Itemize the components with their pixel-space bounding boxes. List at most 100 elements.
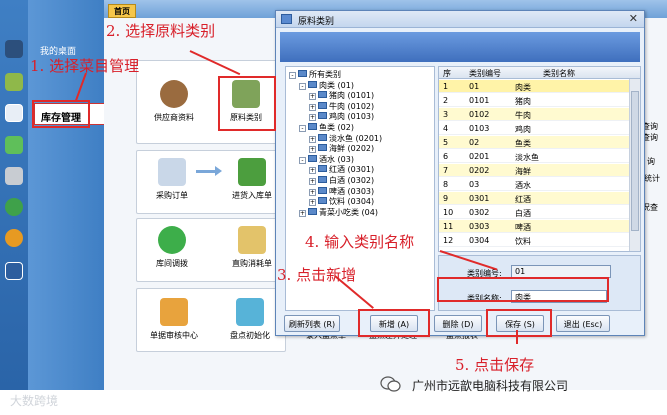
grid-header-name[interactable]: 类别名称 bbox=[543, 68, 575, 79]
close-icon[interactable]: ✕ bbox=[629, 12, 638, 25]
monitor-icon[interactable] bbox=[5, 40, 23, 58]
tree-node[interactable]: + 白酒 (0302) bbox=[309, 176, 374, 186]
table-row[interactable]: 12 0304 饮料 bbox=[439, 234, 630, 247]
folder-icon bbox=[318, 186, 327, 194]
exit-button[interactable]: 退出 (Esc) bbox=[556, 315, 610, 332]
category-grid[interactable]: 序 类别编号 类别名称 1 01 肉类 2 0101 猪肉 3 0102 牛肉 4 0103 鸡肉 5 0… bbox=[438, 66, 641, 252]
tree-node[interactable]: + 牛肉 (0102) bbox=[309, 101, 375, 112]
collapse-icon[interactable]: - bbox=[289, 72, 296, 79]
row-name: 肉类 bbox=[515, 83, 531, 92]
row-index: 9 bbox=[443, 194, 449, 203]
chart-pie-icon[interactable] bbox=[5, 229, 23, 247]
refresh-list-button[interactable]: 刷新列表 (R) bbox=[284, 315, 340, 332]
tree-node[interactable]: + 啤酒 (0303) bbox=[309, 186, 374, 197]
table-row[interactable]: 7 0202 海鲜 bbox=[439, 164, 630, 177]
tree-node[interactable]: + 红酒 (0301) bbox=[309, 165, 374, 175]
row-index: 2 bbox=[443, 96, 449, 105]
folder-icon bbox=[318, 91, 327, 99]
tree-node[interactable]: + 青菜小吃类 (04) bbox=[299, 207, 378, 218]
tree-node-label: 牛肉 (0102) bbox=[329, 101, 375, 111]
tile-supplier[interactable]: 供应商资料 bbox=[144, 80, 204, 123]
dollar-icon[interactable] bbox=[5, 198, 23, 216]
table-row[interactable]: 6 0201 淡水鱼 bbox=[439, 150, 630, 163]
tree-node[interactable]: + 淡水鱼 (0201) bbox=[309, 133, 382, 144]
row-index: 3 bbox=[443, 110, 449, 119]
tree-node-label: 海鲜 (0202) bbox=[329, 144, 375, 154]
tile-purchase-order-label: 采购订单 bbox=[156, 191, 188, 200]
expand-icon[interactable]: + bbox=[309, 178, 316, 185]
highlight-material-category bbox=[218, 76, 276, 131]
expand-icon[interactable]: + bbox=[299, 209, 306, 217]
tree-node[interactable]: - 所有类别 bbox=[289, 70, 341, 80]
tree-node-label: 酒水 (03) bbox=[319, 154, 354, 164]
person-icon bbox=[160, 80, 188, 108]
database-icon[interactable] bbox=[5, 73, 23, 91]
tree-node[interactable]: + 海鲜 (0202) bbox=[309, 144, 374, 154]
table-row[interactable]: 9 0301 红酒 bbox=[439, 192, 630, 205]
row-index: 4 bbox=[443, 124, 449, 133]
annotation-step1: 1. 选择菜目管理 bbox=[30, 57, 140, 75]
printer-icon[interactable] bbox=[5, 167, 23, 185]
table-row[interactable]: 2 0101 猪肉 bbox=[439, 94, 630, 107]
expand-icon[interactable]: + bbox=[309, 103, 316, 111]
delete-button[interactable]: 删除 (D) bbox=[434, 315, 482, 332]
expand-icon[interactable]: + bbox=[309, 114, 316, 122]
row-code: 0303 bbox=[469, 222, 490, 231]
expand-icon[interactable]: + bbox=[309, 93, 316, 101]
row-code: 0103 bbox=[469, 124, 490, 133]
folder-icon bbox=[308, 80, 317, 88]
expand-icon[interactable]: + bbox=[309, 167, 316, 175]
folder-icon bbox=[318, 197, 327, 205]
tree-node-label: 鸡肉 (0103) bbox=[329, 112, 375, 122]
tree-node[interactable]: + 鸡肉 (0103) bbox=[309, 112, 374, 122]
report-icon[interactable] bbox=[5, 136, 23, 154]
tree-node[interactable]: - 肉类 (01) bbox=[299, 80, 354, 91]
row-code: 02 bbox=[469, 138, 480, 147]
tree-node[interactable]: - 鱼类 (02) bbox=[299, 123, 354, 133]
grid-header-index[interactable]: 序 bbox=[443, 68, 451, 79]
table-row[interactable]: 11 0303 啤酒 bbox=[439, 220, 630, 233]
tree-node[interactable]: + 猪肉 (0101) bbox=[309, 91, 374, 101]
tab-home[interactable]: 首页 bbox=[108, 4, 136, 18]
company-footer: 广州市远歆电脑科技有限公司 bbox=[412, 379, 569, 393]
folder-icon bbox=[318, 101, 327, 109]
collapse-icon[interactable]: - bbox=[299, 82, 306, 90]
tile-direct-consume[interactable]: 直购消耗单 bbox=[224, 226, 280, 269]
at-sign-icon[interactable] bbox=[5, 104, 23, 122]
tree-node-label: 青菜小吃类 (04) bbox=[319, 207, 378, 217]
row-name: 鱼类 bbox=[515, 139, 531, 148]
table-row[interactable]: 1 01 肉类 bbox=[439, 80, 630, 93]
expand-icon[interactable]: + bbox=[309, 146, 316, 154]
tile-purchase-order[interactable]: 采购订单 bbox=[148, 158, 196, 201]
row-code: 0202 bbox=[469, 166, 490, 175]
folder-icon bbox=[318, 144, 327, 152]
tile-stock-init[interactable]: 盘点初始化 bbox=[222, 298, 278, 341]
tile-inbound[interactable]: 进货入库单 bbox=[224, 158, 280, 201]
tile-supplier-label: 供应商资料 bbox=[154, 113, 194, 122]
collapse-icon[interactable]: - bbox=[299, 125, 306, 132]
cut-label-3: 询 bbox=[647, 157, 655, 166]
tile-transfer[interactable]: 库间调拨 bbox=[148, 226, 196, 269]
settings-icon[interactable] bbox=[5, 262, 23, 280]
collapse-icon[interactable]: - bbox=[299, 156, 306, 164]
table-row[interactable]: 10 0302 白酒 bbox=[439, 206, 630, 219]
table-row[interactable]: 8 03 酒水 bbox=[439, 178, 630, 191]
tree-node[interactable]: + 饮料 (0304) bbox=[309, 197, 374, 207]
table-row[interactable]: 5 02 鱼类 bbox=[439, 136, 630, 149]
grid-header-code[interactable]: 类别编号 bbox=[469, 68, 501, 79]
expand-icon[interactable]: + bbox=[309, 135, 316, 143]
expand-icon[interactable]: + bbox=[309, 199, 316, 207]
dialog-titlebar[interactable]: 原料类别 ✕ bbox=[276, 11, 644, 28]
annotation-arrow-5 bbox=[516, 330, 518, 344]
table-row[interactable]: 3 0102 牛肉 bbox=[439, 108, 630, 121]
edit-icon bbox=[238, 226, 266, 254]
tree-node[interactable]: - 酒水 (03) bbox=[299, 154, 354, 165]
grid-header: 序 类别编号 类别名称 bbox=[439, 67, 640, 79]
pen-check-icon bbox=[160, 298, 188, 326]
grid-scrollbar[interactable] bbox=[629, 79, 640, 251]
expand-icon[interactable]: + bbox=[309, 188, 316, 196]
table-row[interactable]: 4 0103 鸡肉 bbox=[439, 122, 630, 135]
tile-audit-center[interactable]: 单据审核中心 bbox=[144, 298, 204, 341]
tile-direct-consume-label: 直购消耗单 bbox=[232, 259, 272, 268]
scrollbar-thumb[interactable] bbox=[631, 91, 639, 231]
